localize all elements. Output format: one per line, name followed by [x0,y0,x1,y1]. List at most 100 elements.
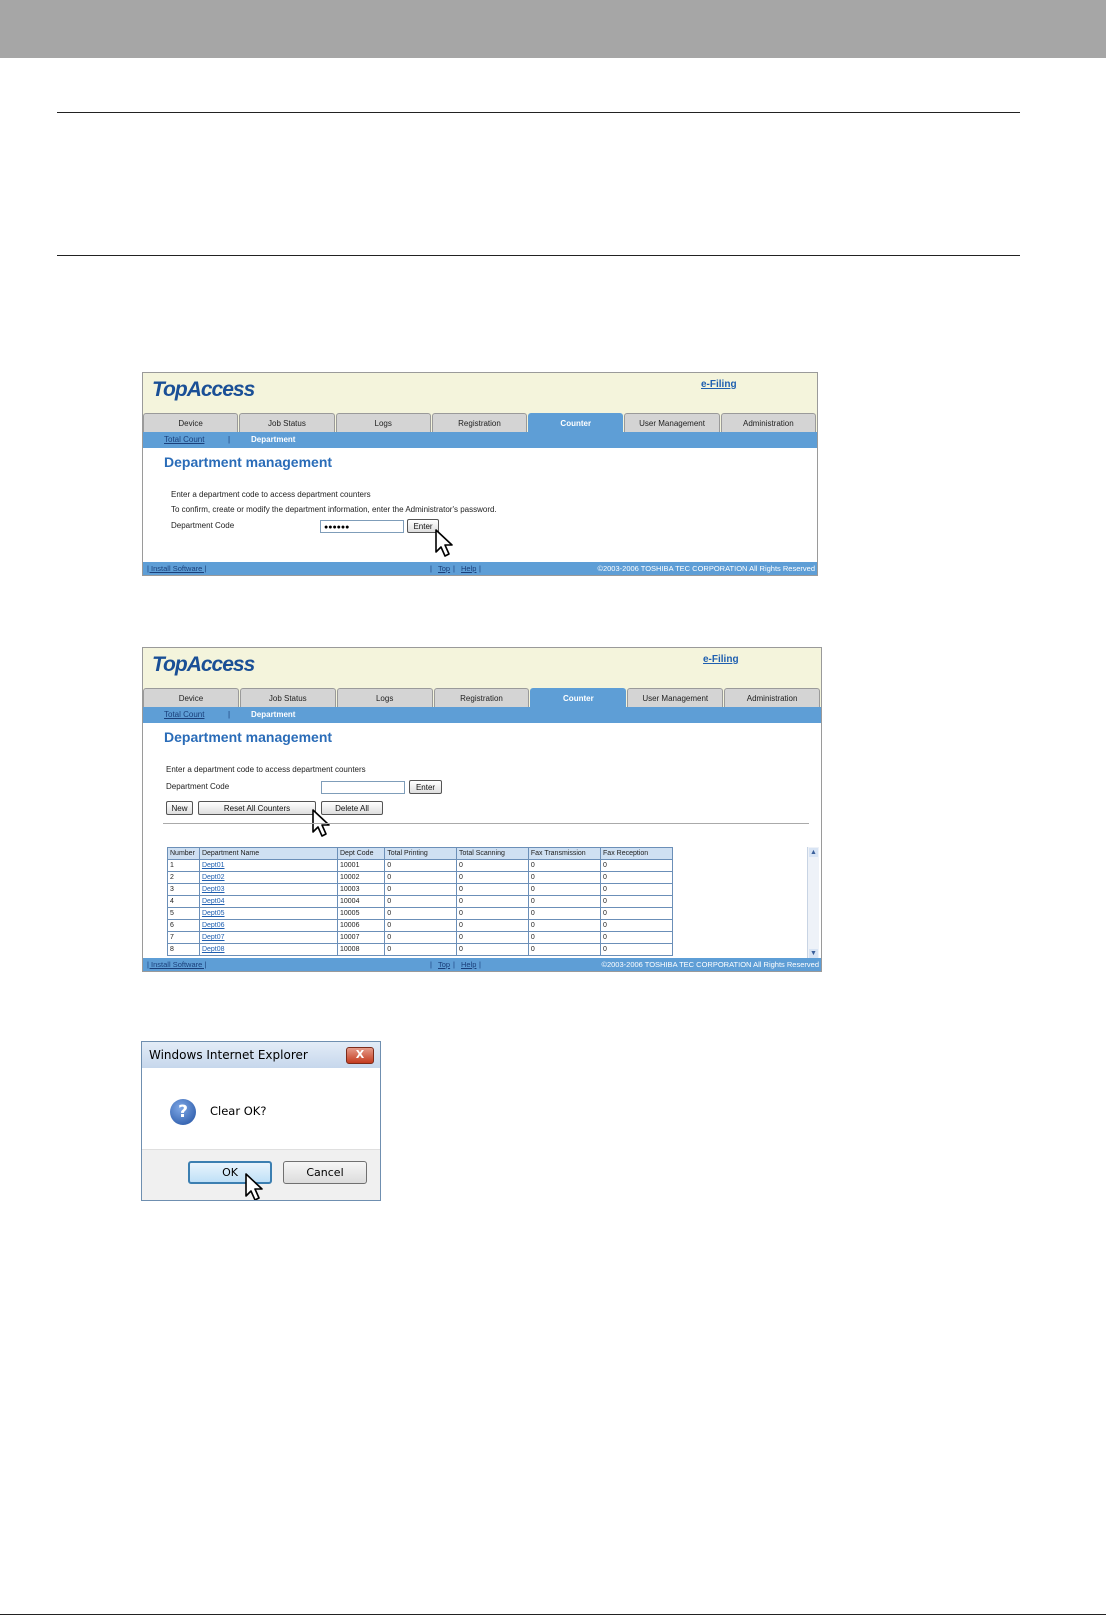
topaccess-screen-enter-code: TopAccess e-Filing Device Job Status Log… [142,372,818,576]
tab-administration[interactable]: Administration [720,413,816,432]
topaccess-footer: | Install Software | | Top | Help | ©200… [143,562,817,575]
column-header: Dept Code [336,847,386,860]
department-name-link[interactable]: Dept03 [198,883,339,896]
tab-counter[interactable]: Counter [528,413,624,432]
footer-bar: | [453,564,455,573]
scroll-up-icon[interactable]: ▲ [809,848,818,857]
tab-user-management[interactable]: User Management [624,413,720,432]
table-cell: 0 [384,907,457,920]
department-name-link[interactable]: Dept02 [198,871,339,884]
table-cell: 1 [167,859,200,872]
table-cell: 7 [167,931,200,944]
new-button[interactable]: New [166,801,193,815]
dialog-titlebar: Windows Internet Explorer X [142,1042,380,1068]
subnav-total-count[interactable]: Total Count [164,710,204,719]
instruction-line-1: Enter a department code to access depart… [171,490,371,499]
table-cell: 0 [527,943,602,956]
table-cell: 4 [167,895,200,908]
tab-bar: Device Job Status Logs Registration Coun… [143,688,821,707]
table-cell: 0 [600,931,673,944]
footer-bar: | [430,960,432,969]
tab-device[interactable]: Device [143,688,239,707]
table-cell: 10002 [336,871,386,884]
subnav-total-count[interactable]: Total Count [164,435,204,444]
column-header: Department Name [198,847,339,860]
subnav-separator: | [228,710,231,719]
install-software-link[interactable]: | Install Software | [147,960,206,969]
help-link[interactable]: Help [461,960,476,969]
tab-registration[interactable]: Registration [433,688,530,707]
department-name-link[interactable]: Dept05 [198,907,339,920]
table-cell: 0 [600,895,673,908]
table-cell: 10007 [336,931,386,944]
page-title: Department management [164,454,333,470]
tab-user-management[interactable]: User Management [627,688,724,707]
sub-navigation: Total Count | Department [143,707,821,723]
table-cell: 0 [600,919,673,932]
instruction-line-2: To confirm, create or modify the departm… [171,505,497,514]
efiling-link[interactable]: e-Filing [703,654,739,665]
table-cell: 0 [600,883,673,896]
topaccess-header: TopAccess e-Filing [143,373,817,413]
tab-device[interactable]: Device [143,413,239,432]
tab-administration[interactable]: Administration [724,688,821,707]
department-name-link[interactable]: Dept04 [198,895,339,908]
footer-bar: | [479,564,481,573]
department-code-field[interactable] [321,781,405,794]
subnav-department[interactable]: Department [251,710,295,719]
page-title: Department management [164,729,333,745]
subnav-department[interactable]: Department [251,435,295,444]
help-link[interactable]: Help [461,564,476,573]
table-cell: 0 [527,883,602,896]
table-cell: 0 [455,907,529,920]
table-cell: 0 [455,895,529,908]
table-cell: 0 [600,859,673,872]
department-code-field[interactable]: ●●●●●● [320,520,404,533]
department-name-link[interactable]: Dept08 [198,943,339,956]
dialog-title: Windows Internet Explorer [149,1048,308,1062]
cancel-button[interactable]: Cancel [283,1161,367,1184]
footer-bar: | [430,564,432,573]
table-cell: 0 [455,931,529,944]
department-name-link[interactable]: Dept01 [198,859,339,872]
top-link[interactable]: Top [438,564,450,573]
table-cell: 10005 [336,907,386,920]
department-name-link[interactable]: Dept07 [198,931,339,944]
close-icon[interactable]: X [346,1047,374,1064]
table-cell: 0 [455,871,529,884]
scroll-down-icon[interactable]: ▼ [809,949,818,958]
tab-logs[interactable]: Logs [335,413,431,432]
topaccess-footer: | Install Software | | Top | Help | ©200… [143,958,821,971]
page-header-band [0,0,1106,58]
reset-all-counters-button[interactable]: Reset All Counters [198,801,316,815]
enter-button[interactable]: Enter [409,780,442,794]
tab-registration[interactable]: Registration [431,413,528,432]
table-cell: 0 [527,919,602,932]
department-code-label: Department Code [171,521,235,530]
table-row: 5 Dept05 10005 0 0 0 0 [167,907,673,920]
efiling-link[interactable]: e-Filing [701,379,737,390]
section-rule-top [57,112,1020,113]
table-scrollbar[interactable]: ▲ ▼ [807,847,819,959]
table-cell: 0 [384,859,457,872]
table-cell: 0 [600,943,673,956]
tab-counter[interactable]: Counter [530,688,627,707]
tab-job-status[interactable]: Job Status [239,413,335,432]
column-header: Fax Transmission [527,847,602,860]
table-cell: 0 [527,895,602,908]
tab-logs[interactable]: Logs [336,688,433,707]
table-cell: 0 [384,895,457,908]
table-cell: 10003 [336,883,386,896]
column-header: Fax Reception [600,847,673,860]
table-row: 3 Dept03 10003 0 0 0 0 [167,883,673,896]
department-code-label: Department Code [166,782,230,791]
table-row: 2 Dept02 10002 0 0 0 0 [167,871,673,884]
top-link[interactable]: Top [438,960,450,969]
install-software-link[interactable]: | Install Software | [147,564,206,573]
table-header-row: Number Department Name Dept Code Total P… [167,847,673,860]
table-cell: 0 [600,871,673,884]
tab-job-status[interactable]: Job Status [239,688,336,707]
table-cell: 3 [167,883,200,896]
column-header: Number [167,847,200,860]
department-name-link[interactable]: Dept06 [198,919,339,932]
